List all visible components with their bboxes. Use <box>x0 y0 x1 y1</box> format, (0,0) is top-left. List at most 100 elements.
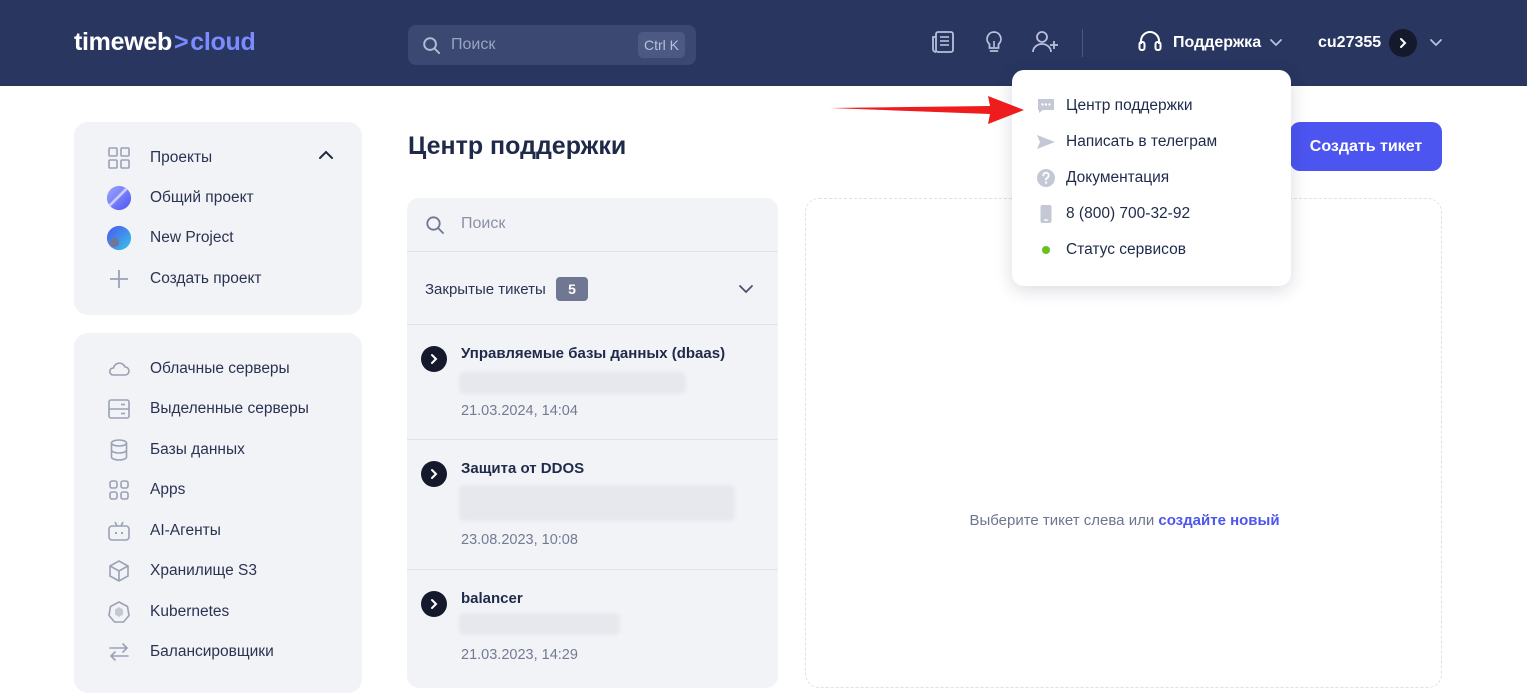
nav-item-balancers[interactable]: Балансировщики <box>106 637 274 667</box>
create-new-ticket-link[interactable]: создайте новый <box>1158 512 1279 529</box>
cloud-icon <box>106 356 132 382</box>
chevron-right-icon <box>421 346 447 372</box>
project-label: Общий проект <box>150 189 254 206</box>
nav-item-dedicated-servers[interactable]: Выделенные серверы <box>106 394 309 424</box>
create-ticket-button[interactable]: Создать тикет <box>1290 122 1442 171</box>
menu-item-label: Написать в телеграм <box>1066 133 1218 150</box>
ticket-date: 23.08.2023, 10:08 <box>461 532 578 548</box>
lightbulb-icon[interactable] <box>981 29 1007 57</box>
closed-tickets-label: Закрытые тикеты <box>425 281 546 298</box>
empty-state-text: Выберите тикет слева или <box>969 512 1155 529</box>
create-project-label: Создать проект <box>150 270 262 287</box>
menu-item-label: Центр поддержки <box>1066 97 1193 114</box>
header-divider <box>1082 29 1083 57</box>
search-shortcut-badge: Ctrl K <box>638 32 685 58</box>
account-arrow-icon <box>1389 29 1418 57</box>
status-dot-icon <box>1036 240 1056 260</box>
apps-icon <box>106 477 132 503</box>
cube-icon <box>106 558 132 584</box>
search-icon <box>422 36 441 60</box>
telegram-icon <box>1036 132 1056 152</box>
annotation-arrow-icon <box>830 96 1024 124</box>
projects-panel: Проекты Общий проект New Project Создать… <box>74 122 362 315</box>
menu-item-label: Статус сервисов <box>1066 241 1186 258</box>
ticket-search-placeholder: Поиск <box>461 215 506 232</box>
phone-icon <box>1036 204 1056 224</box>
search-icon <box>425 215 445 240</box>
nav-item-ai-agents[interactable]: AI-Агенты <box>106 516 221 546</box>
add-user-icon[interactable] <box>1031 29 1058 57</box>
logo-text-cloud: cloud <box>190 28 256 56</box>
kubernetes-icon <box>106 599 132 625</box>
menu-item-documentation[interactable]: Документация <box>1036 166 1169 190</box>
news-icon[interactable] <box>930 29 956 57</box>
chevron-right-icon <box>421 461 447 487</box>
menu-item-telegram[interactable]: Написать в телеграм <box>1036 130 1217 154</box>
support-label: Поддержка <box>1173 34 1262 51</box>
ticket-date: 21.03.2024, 14:04 <box>461 403 578 419</box>
ticket-title: Защита от DDOS <box>461 460 585 477</box>
nav-item-cloud-servers[interactable]: Облачные серверы <box>106 354 290 384</box>
grid-icon <box>106 145 132 171</box>
ticket-preview-redacted <box>459 372 686 394</box>
nav-label: Выделенные серверы <box>150 400 309 417</box>
ticket-title: Управляемые базы данных (dbaas) <box>461 345 726 362</box>
menu-item-phone[interactable]: 8 (800) 700-32-92 <box>1036 202 1190 226</box>
nav-item-kubernetes[interactable]: Kubernetes <box>106 597 229 627</box>
nav-item-apps[interactable]: Apps <box>106 475 185 505</box>
support-dropdown-menu: Центр поддержки Написать в телеграм Доку… <box>1012 70 1291 286</box>
nav-label: Базы данных <box>150 441 245 458</box>
balancer-icon <box>106 639 132 665</box>
menu-item-label: 8 (800) 700-32-92 <box>1066 205 1191 222</box>
nav-label: Apps <box>150 481 186 498</box>
timeweb-cloud-logo[interactable]: timeweb>cloud <box>74 28 256 57</box>
ticket-preview-redacted <box>459 485 735 521</box>
top-bar: timeweb>cloud Поиск Ctrl K Поддержка cu2… <box>0 0 1527 86</box>
chevron-down-icon <box>1269 34 1283 52</box>
project-item-new-project[interactable]: New Project <box>106 223 234 253</box>
ticket-preview-redacted <box>459 613 620 635</box>
ticket-date: 21.03.2023, 14:29 <box>461 647 578 663</box>
projects-title: Проекты <box>150 149 213 166</box>
global-search-placeholder: Поиск <box>451 36 496 53</box>
question-icon <box>1036 168 1056 188</box>
closed-tickets-toggle[interactable]: Закрытые тикеты 5 <box>407 252 778 325</box>
project-item-common[interactable]: Общий проект <box>106 183 254 213</box>
empty-state-message: Выберите тикет слева или создайте новый <box>806 512 1443 529</box>
ticket-item[interactable]: Защита от DDOS 23.08.2023, 10:08 <box>407 441 778 570</box>
chat-icon <box>1036 96 1056 116</box>
ticket-item[interactable]: balancer 21.03.2023, 14:29 <box>407 571 778 688</box>
user-menu-button[interactable]: cu27355 <box>1318 29 1443 57</box>
closed-tickets-count-badge: 5 <box>556 277 588 301</box>
chevron-up-icon[interactable] <box>318 148 334 166</box>
services-nav: Облачные серверы Выделенные серверы Базы… <box>74 333 362 693</box>
plus-icon <box>106 266 132 292</box>
tickets-panel: Поиск Закрытые тикеты 5 Управляемые базы… <box>407 198 778 688</box>
chevron-down-icon <box>1429 34 1443 52</box>
chevron-right-icon <box>421 591 447 617</box>
page-title: Центр поддержки <box>408 132 627 160</box>
menu-item-service-status[interactable]: Статус сервисов <box>1036 238 1186 262</box>
username: cu27355 <box>1318 34 1382 51</box>
robot-icon <box>106 518 132 544</box>
logo-text-timeweb: timeweb <box>74 28 172 56</box>
nav-item-databases[interactable]: Базы данных <box>106 435 245 465</box>
project-label: New Project <box>150 229 234 246</box>
nav-label: AI-Агенты <box>150 522 221 539</box>
global-search[interactable]: Поиск Ctrl K <box>408 25 696 65</box>
ticket-title: balancer <box>461 590 523 607</box>
menu-item-support-center[interactable]: Центр поддержки <box>1036 94 1192 118</box>
create-project-button[interactable]: Создать проект <box>106 264 262 294</box>
nav-label: Kubernetes <box>150 603 230 620</box>
server-icon <box>106 396 132 422</box>
nav-label: Хранилище S3 <box>150 562 257 579</box>
support-menu-button[interactable]: Поддержка <box>1137 30 1283 56</box>
database-icon <box>106 437 132 463</box>
nav-label: Балансировщики <box>150 643 274 660</box>
nav-item-s3-storage[interactable]: Хранилище S3 <box>106 556 257 586</box>
menu-item-label: Документация <box>1066 169 1170 186</box>
ticket-search-input[interactable]: Поиск <box>407 198 778 252</box>
ticket-item[interactable]: Управляемые базы данных (dbaas) 21.03.20… <box>407 326 778 440</box>
project-avatar-icon <box>106 185 132 211</box>
projects-header[interactable]: Проекты <box>106 143 212 173</box>
